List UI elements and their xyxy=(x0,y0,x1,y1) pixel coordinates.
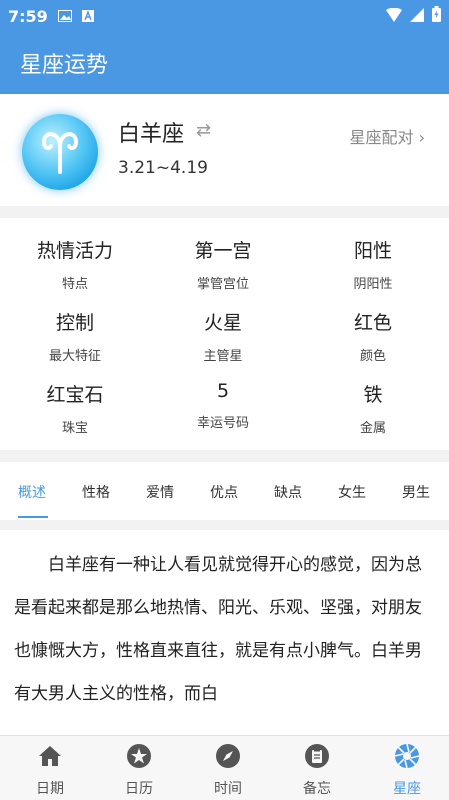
aries-symbol-icon xyxy=(41,132,79,174)
app-notification-icon xyxy=(81,7,94,26)
sign-match-link[interactable]: 星座配对 › xyxy=(349,124,425,148)
nav-item-zodiac[interactable]: 星座 xyxy=(362,742,449,798)
nav-item-memo[interactable]: 备忘 xyxy=(272,742,362,798)
info-value: 控制 xyxy=(55,312,94,334)
battery-icon xyxy=(432,6,441,26)
info-label: 最大特征 xyxy=(48,349,101,364)
nav-item-time[interactable]: 时间 xyxy=(183,742,273,798)
sign-name: 白羊座 xyxy=(118,122,185,147)
info-cell: 5 幸运号码 xyxy=(148,380,298,431)
info-cell: 热情活力 特点 xyxy=(0,236,150,292)
clipboard-icon xyxy=(272,742,362,770)
swap-icon[interactable]: ⇄ xyxy=(196,120,211,141)
tab-personality[interactable]: 性格 xyxy=(82,482,110,502)
info-value: 铁 xyxy=(363,384,383,406)
compass-icon xyxy=(183,742,273,770)
status-time: 7:59 xyxy=(8,6,48,26)
info-cell: 铁 金属 xyxy=(298,380,448,436)
description-text: 白羊座有一种让人看见就觉得开心的感觉，因为总是看起来都是那么地热情、阳光、乐观、… xyxy=(14,555,422,704)
sign-date-range: 3.21~4.19 xyxy=(118,158,208,178)
info-label: 金属 xyxy=(359,421,386,436)
tab-love[interactable]: 爱情 xyxy=(146,482,174,502)
info-value: 红色 xyxy=(353,312,392,334)
info-value: 火星 xyxy=(203,312,242,334)
description-panel[interactable]: 白羊座有一种让人看见就觉得开心的感觉，因为总是看起来都是那么地热情、阳光、乐观、… xyxy=(0,530,449,735)
detail-tabs: 概述 性格 爱情 优点 缺点 女生 男生 xyxy=(0,462,449,520)
nav-label: 日期 xyxy=(36,781,64,797)
nav-label: 日历 xyxy=(125,781,153,797)
info-label: 颜色 xyxy=(359,349,386,364)
star-icon xyxy=(94,742,184,770)
app-bar: 星座运势 xyxy=(0,32,449,94)
sign-info-grid: 热情活力 特点 第一宫 掌管宫位 阳性 阴阳性 控制 最大特征 火星 主管星 红… xyxy=(0,218,449,450)
nav-item-calendar[interactable]: 日历 xyxy=(94,742,184,798)
tab-strengths[interactable]: 优点 xyxy=(210,482,238,502)
bottom-nav: 日期 日历 时间 备忘 星座 xyxy=(0,735,449,800)
info-label: 主管星 xyxy=(203,349,243,364)
info-cell: 红色 颜色 xyxy=(298,308,448,364)
aries-avatar xyxy=(22,114,98,190)
info-cell: 红宝石 珠宝 xyxy=(0,380,150,436)
image-icon xyxy=(57,7,72,26)
tab-overview[interactable]: 概述 xyxy=(18,482,46,502)
info-value: 红宝石 xyxy=(46,384,104,406)
chevron-right-icon: › xyxy=(418,128,425,147)
info-cell: 第一宫 掌管宫位 xyxy=(148,236,298,292)
info-value: 第一宫 xyxy=(194,240,252,262)
nav-label: 星座 xyxy=(393,781,421,797)
home-icon xyxy=(5,742,95,770)
info-cell: 阳性 阴阳性 xyxy=(298,236,448,292)
info-label: 幸运号码 xyxy=(196,416,249,431)
sign-match-label: 星座配对 xyxy=(349,128,414,147)
info-cell: 火星 主管星 xyxy=(148,308,298,364)
info-value: 热情活力 xyxy=(36,240,113,262)
info-cell: 控制 最大特征 xyxy=(0,308,150,364)
nav-item-date[interactable]: 日期 xyxy=(5,742,95,798)
tab-male[interactable]: 男生 xyxy=(402,482,430,502)
info-label: 阴阳性 xyxy=(353,277,393,292)
sign-header: 白羊座 ⇄ 3.21~4.19 星座配对 › xyxy=(0,94,449,206)
page-title: 星座运势 xyxy=(20,53,109,78)
info-label: 掌管宫位 xyxy=(196,277,249,292)
info-value: 阳性 xyxy=(353,240,392,262)
wifi-icon xyxy=(386,7,402,26)
aperture-icon xyxy=(362,742,449,770)
active-tab-indicator xyxy=(18,516,48,518)
nav-label: 备忘 xyxy=(303,781,331,797)
tab-female[interactable]: 女生 xyxy=(338,482,366,502)
info-label: 特点 xyxy=(61,277,88,292)
info-label: 珠宝 xyxy=(61,421,88,436)
signal-icon xyxy=(410,7,424,26)
status-bar: 7:59 xyxy=(0,0,449,32)
tab-weaknesses[interactable]: 缺点 xyxy=(274,482,302,502)
info-value: 5 xyxy=(216,380,230,402)
nav-label: 时间 xyxy=(214,781,242,797)
